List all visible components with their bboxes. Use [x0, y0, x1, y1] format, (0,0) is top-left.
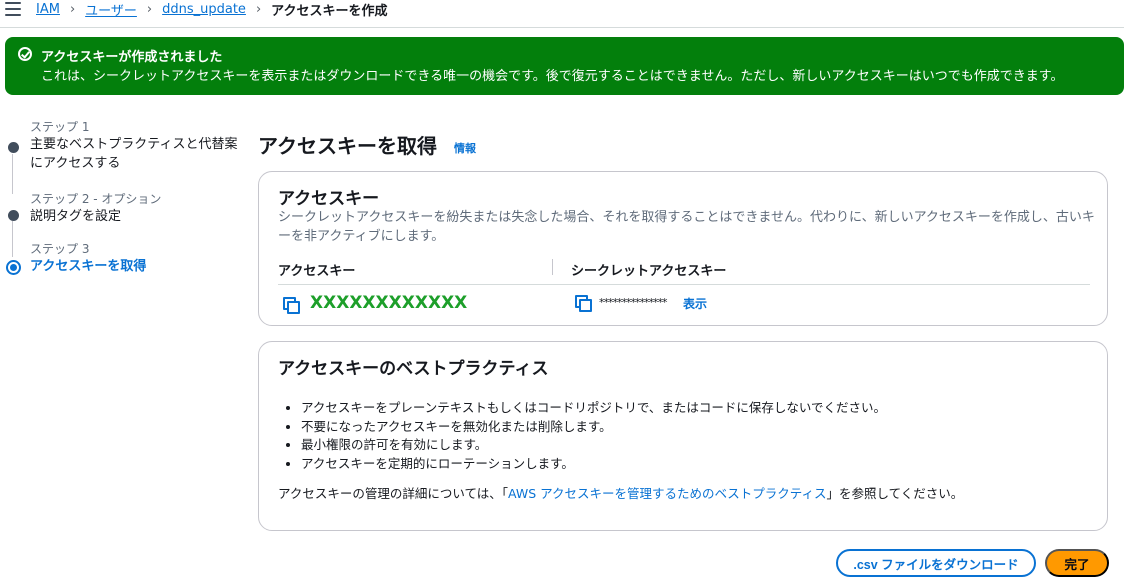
step-2-title[interactable]: 説明タグを設定: [30, 207, 245, 226]
step-1-number: ステップ 1: [30, 120, 90, 134]
col-header-secret-key: シークレットアクセスキー: [571, 264, 727, 279]
step-2: ステップ 2 - オプション 説明タグを設定: [0, 190, 245, 240]
best-practices-doc-link[interactable]: AWS アクセスキーを管理するためのベストプラクティス: [508, 486, 827, 501]
step-2-number: ステップ 2 - オプション: [30, 192, 162, 206]
column-divider: [552, 259, 553, 275]
chevron-right-icon: ›: [146, 1, 153, 17]
best-practices-panel: アクセスキーのベストプラクティス アクセスキーをプレーンテキストもしくはコードリ…: [258, 341, 1108, 531]
best-practices-reference: アクセスキーの管理の詳細については、「AWS アクセスキーを管理するためのベスト…: [278, 483, 963, 502]
breadcrumb-user-ddns-update[interactable]: ddns_update: [162, 2, 246, 17]
secret-key-masked: ***************: [599, 296, 667, 309]
col-header-access-key: アクセスキー: [278, 264, 356, 279]
copy-access-key-icon[interactable]: [283, 297, 300, 314]
row-divider: [278, 284, 1090, 285]
page-title: アクセスキーを取得: [258, 134, 437, 158]
info-link[interactable]: 情報: [454, 140, 476, 156]
best-practices-title: アクセスキーのベストプラクティス: [278, 359, 549, 379]
success-flash-banner: アクセスキーが作成されました これは、シークレットアクセスキーを表示またはダウン…: [5, 37, 1124, 95]
wizard-steps: ステップ 1 主要なベストプラクティスと代替案 にアクセスする ステップ 2 -…: [0, 118, 245, 280]
list-item: アクセスキーをプレーンテキストもしくはコードリポジトリで、またはコードに保存しな…: [301, 399, 886, 418]
breadcrumb-users[interactable]: ユーザー: [85, 0, 137, 19]
step-3-title: アクセスキーを取得: [30, 259, 147, 274]
breadcrumb-current: アクセスキーを作成: [271, 3, 388, 19]
breadcrumb-iam[interactable]: IAM: [36, 2, 60, 17]
breadcrumb: IAM › ユーザー › ddns_update › アクセスキーを作成: [36, 0, 388, 19]
list-item: 不要になったアクセスキーを無効化または削除します。: [301, 418, 886, 437]
list-item: アクセスキーを定期的にローテーションします。: [301, 455, 886, 474]
step-2-dot-icon: [8, 210, 19, 221]
check-circle-icon: [18, 47, 32, 61]
list-item: 最小権限の許可を有効にします。: [301, 436, 886, 455]
step-1: ステップ 1 主要なベストプラクティスと代替案 にアクセスする: [0, 118, 245, 190]
menu-icon[interactable]: [5, 2, 21, 16]
chevron-right-icon: ›: [255, 1, 262, 17]
show-secret-link[interactable]: 表示: [683, 295, 707, 312]
step-1-dot-icon: [8, 142, 19, 153]
step-1-title-line1[interactable]: 主要なベストプラクティスと代替案: [30, 135, 245, 154]
access-key-panel-description: シークレットアクセスキーを紛失または失念した場合、それを取得することはできません…: [278, 210, 1095, 244]
reference-prefix: アクセスキーの管理の詳細については、「: [278, 486, 509, 501]
done-button[interactable]: 完了: [1045, 549, 1109, 577]
step-3-active-dot-icon: [6, 260, 21, 275]
step-3: ステップ 3 アクセスキーを取得: [0, 240, 245, 280]
access-key-value: XXXXXXXXXXXX: [310, 293, 468, 313]
chevron-right-icon: ›: [69, 1, 76, 17]
flash-message: これは、シークレットアクセスキーを表示またはダウンロードできる唯一の機会です。後…: [41, 69, 1064, 84]
download-csv-button[interactable]: .csv ファイルをダウンロード: [836, 549, 1036, 577]
step-1-title-line2[interactable]: にアクセスする: [30, 154, 245, 173]
best-practices-list: アクセスキーをプレーンテキストもしくはコードリポジトリで、またはコードに保存しな…: [301, 399, 886, 473]
flash-title: アクセスキーが作成されました: [41, 50, 223, 65]
breadcrumb-bar: IAM › ユーザー › ddns_update › アクセスキーを作成: [0, 0, 1124, 28]
copy-secret-key-icon[interactable]: [575, 295, 592, 312]
access-key-panel: アクセスキー シークレットアクセスキーを紛失または失念した場合、それを取得するこ…: [258, 171, 1108, 326]
step-3-number: ステップ 3: [30, 242, 90, 256]
access-key-panel-title: アクセスキー: [278, 189, 380, 209]
reference-suffix: 」を参照してください。: [826, 486, 964, 501]
